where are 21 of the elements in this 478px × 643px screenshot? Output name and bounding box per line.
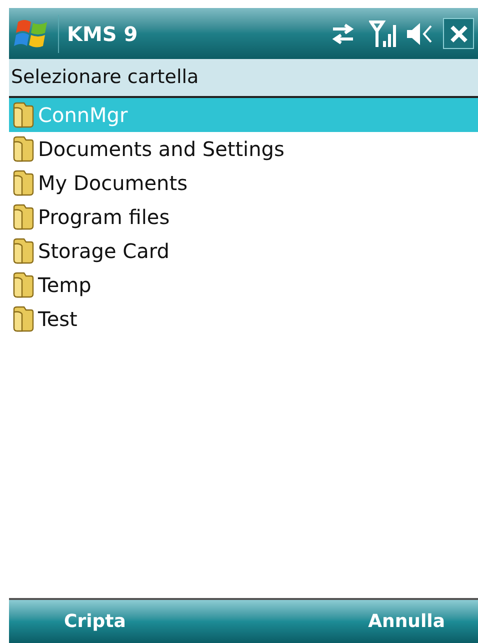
folder-icon: [12, 306, 34, 332]
folder-name: Test: [38, 306, 78, 333]
folder-name: My Documents: [38, 170, 188, 197]
folder-name: Program files: [38, 204, 170, 231]
folder-name: Storage Card: [38, 238, 170, 265]
folder-icon: [12, 204, 34, 230]
close-icon: [448, 24, 468, 44]
folder-icon: [12, 136, 34, 162]
annulla-softkey[interactable]: Annulla: [368, 608, 445, 635]
header-title: Selezionare cartella: [11, 65, 199, 90]
close-button[interactable]: [443, 18, 474, 49]
folder-icon: [12, 102, 34, 128]
folder-icon: [12, 238, 34, 264]
folder-icon: [12, 272, 34, 298]
window-title: KMS 9: [67, 20, 138, 48]
folder-name: Documents and Settings: [38, 136, 284, 163]
signal-icon[interactable]: [369, 18, 397, 48]
folder-name: Temp: [38, 272, 92, 299]
folder-name: ConnMgr: [38, 102, 128, 129]
cripta-softkey[interactable]: Cripta: [64, 608, 126, 635]
folder-icon: [12, 170, 34, 196]
